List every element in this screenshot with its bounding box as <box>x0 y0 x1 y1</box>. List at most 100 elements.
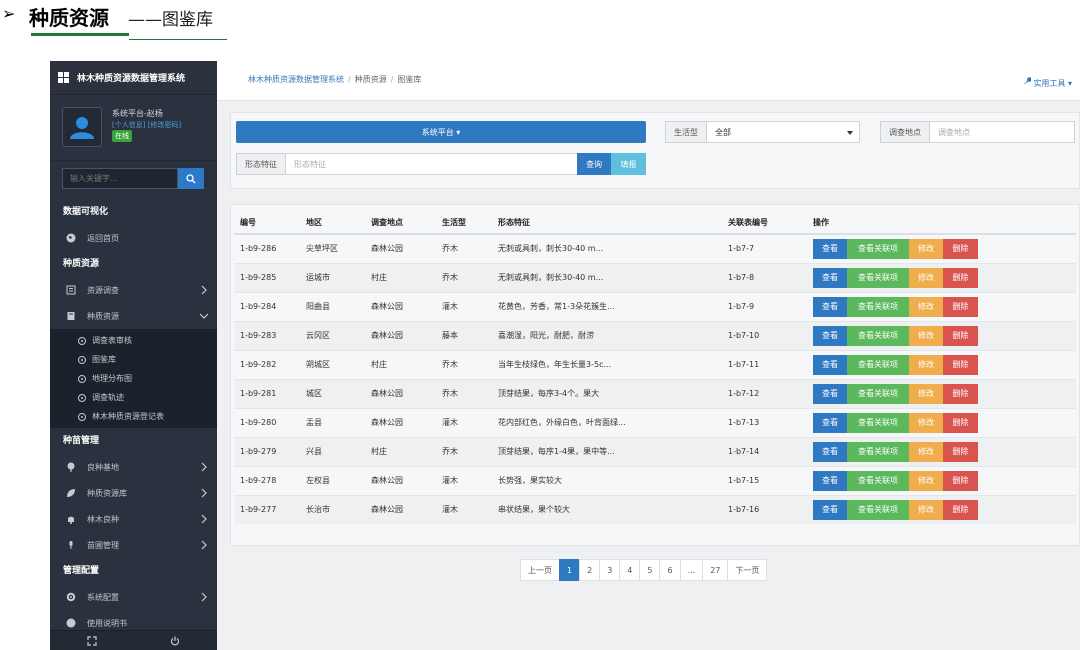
submenu-item-gallery[interactable]: 图鉴库 <box>50 350 217 369</box>
view-related-button[interactable]: 查看关联项 <box>847 238 909 259</box>
sidebar-item-home[interactable]: 返回首页 <box>50 225 217 251</box>
delete-button[interactable]: 删除 <box>943 296 978 317</box>
table-cell: 运城市 <box>300 262 365 292</box>
edit-button[interactable]: 修改 <box>909 238 943 259</box>
location-field[interactable]: 调查地点 调查地点 <box>880 121 1075 143</box>
search-button[interactable] <box>178 168 204 189</box>
sidebar-item-label: 资源调查 <box>87 285 119 295</box>
edit-button[interactable]: 修改 <box>909 499 943 520</box>
view-button[interactable]: 查看 <box>813 383 847 404</box>
submenu-label: 图鉴库 <box>92 355 116 364</box>
view-button[interactable]: 查看 <box>813 412 847 433</box>
feature-input[interactable]: 形态特征 <box>294 159 326 170</box>
delete-button[interactable]: 删除 <box>943 354 978 375</box>
delete-button[interactable]: 删除 <box>943 267 978 288</box>
table-cell: 1-b9-280 <box>234 407 300 437</box>
sidebar-item-bank[interactable]: 种质资源库 <box>50 480 217 506</box>
breadcrumb-item[interactable]: 林木种质资源数据管理系统 <box>248 75 344 84</box>
location-input[interactable]: 调查地点 <box>938 127 970 138</box>
prev-page-button[interactable]: 上一页 <box>520 559 560 581</box>
edit-button[interactable]: 修改 <box>909 296 943 317</box>
table-cell: 1-b9-277 <box>234 494 300 524</box>
page-button[interactable]: 6 <box>659 559 681 581</box>
life-type-select[interactable]: 生活型 全部 <box>665 121 860 143</box>
table-cell: 灌木 <box>436 465 492 495</box>
delete-button[interactable]: 删除 <box>943 383 978 404</box>
submenu-item-register[interactable]: 林木种质资源登记表 <box>50 407 217 426</box>
delete-button[interactable]: 删除 <box>943 499 978 520</box>
page-button[interactable]: 5 <box>639 559 661 581</box>
view-related-button[interactable]: 查看关联项 <box>847 296 909 317</box>
feature-field[interactable]: 形态特征 形态特征 <box>236 153 578 175</box>
globe-icon <box>65 233 76 244</box>
page-button[interactable]: 2 <box>579 559 601 581</box>
tools-menu[interactable]: 实用工具 ▾ <box>1022 77 1072 89</box>
data-table-panel: 编号 地区 调查地点 生活型 形态特征 关联表编号 操作 1-b9-286 尖草坪… <box>230 204 1080 546</box>
sidebar-item-survey[interactable]: 资源调查 <box>50 277 217 303</box>
table-cell: 盂县 <box>300 407 365 437</box>
submenu-item-track[interactable]: 调查轨迹 <box>50 388 217 407</box>
view-related-button[interactable]: 查看关联项 <box>847 325 909 346</box>
view-related-button[interactable]: 查看关联项 <box>847 383 909 404</box>
view-button[interactable]: 查看 <box>813 325 847 346</box>
page-button[interactable]: 27 <box>702 559 729 581</box>
edit-button[interactable]: 修改 <box>909 354 943 375</box>
edit-button[interactable]: 修改 <box>909 383 943 404</box>
query-button[interactable]: 查询 <box>577 153 611 175</box>
view-button[interactable]: 查看 <box>813 267 847 288</box>
view-related-button[interactable]: 查看关联项 <box>847 267 909 288</box>
delete-button[interactable]: 删除 <box>943 325 978 346</box>
view-button[interactable]: 查看 <box>813 296 847 317</box>
sidebar-item-label: 良种基地 <box>87 462 119 472</box>
page-button[interactable]: 1 <box>559 559 581 581</box>
edit-button[interactable]: 修改 <box>909 441 943 462</box>
table-cell: 顶芽结果，每序3-4个。果大 <box>492 378 722 408</box>
edit-button[interactable]: 修改 <box>909 412 943 433</box>
delete-button[interactable]: 删除 <box>943 441 978 462</box>
platform-dropdown[interactable]: 系统平台 ▾ <box>236 121 646 143</box>
col-header: 形态特征 <box>492 211 722 235</box>
view-button[interactable]: 查看 <box>813 470 847 491</box>
edit-button[interactable]: 修改 <box>909 267 943 288</box>
user-links[interactable]: [个人信息] [修改密码] <box>112 120 181 130</box>
sidebar-item-nursery[interactable]: 苗圃管理 <box>50 532 217 558</box>
view-related-button[interactable]: 查看关联项 <box>847 354 909 375</box>
view-related-button[interactable]: 查看关联项 <box>847 441 909 462</box>
page-button[interactable]: ... <box>679 559 704 581</box>
submenu-item-map[interactable]: 地理分布图 <box>50 369 217 388</box>
sidebar-item-sysconfig[interactable]: 系统配置 <box>50 584 217 610</box>
page-button[interactable]: 4 <box>619 559 641 581</box>
delete-button[interactable]: 删除 <box>943 470 978 491</box>
next-page-button[interactable]: 下一页 <box>727 559 768 581</box>
sidebar-item-fine[interactable]: 林木良种 <box>50 506 217 532</box>
edit-button[interactable]: 修改 <box>909 325 943 346</box>
chevron-down-icon <box>199 313 209 319</box>
col-header: 关联表编号 <box>722 211 807 235</box>
view-related-button[interactable]: 查看关联项 <box>847 412 909 433</box>
app-logo-icon <box>58 72 69 83</box>
delete-button[interactable]: 删除 <box>943 412 978 433</box>
delete-button[interactable]: 删除 <box>943 238 978 259</box>
search-input[interactable] <box>62 168 178 189</box>
actions-cell: 查看 查看关联项 修改 删除 <box>807 349 1076 379</box>
avatar[interactable] <box>62 107 102 147</box>
table-cell: 1-b9-281 <box>234 378 300 408</box>
view-button[interactable]: 查看 <box>813 441 847 462</box>
gear-icon <box>65 592 76 603</box>
sidebar-item-base[interactable]: 良种基地 <box>50 454 217 480</box>
menu-section-seedling: 种苗管理 <box>63 436 100 446</box>
submenu-item-audit[interactable]: 调查表审核 <box>50 331 217 350</box>
fill-button[interactable]: 填报 <box>611 153 646 175</box>
breadcrumb-item[interactable]: 种质资源 <box>355 75 387 84</box>
logout-button[interactable] <box>134 631 218 650</box>
view-related-button[interactable]: 查看关联项 <box>847 499 909 520</box>
fullscreen-button[interactable] <box>50 631 134 650</box>
sidebar-item-germplasm[interactable]: 种质资源 <box>50 303 217 329</box>
page-button[interactable]: 3 <box>599 559 621 581</box>
table-row: 1-b9-278 左权县 森林公园 灌木 长势强，果实较大 1-b7-15 查看 查看关联项修… <box>234 465 1076 495</box>
edit-button[interactable]: 修改 <box>909 470 943 491</box>
view-button[interactable]: 查看 <box>813 354 847 375</box>
view-related-button[interactable]: 查看关联项 <box>847 470 909 491</box>
view-button[interactable]: 查看 <box>813 499 847 520</box>
view-button[interactable]: 查看 <box>813 238 847 259</box>
